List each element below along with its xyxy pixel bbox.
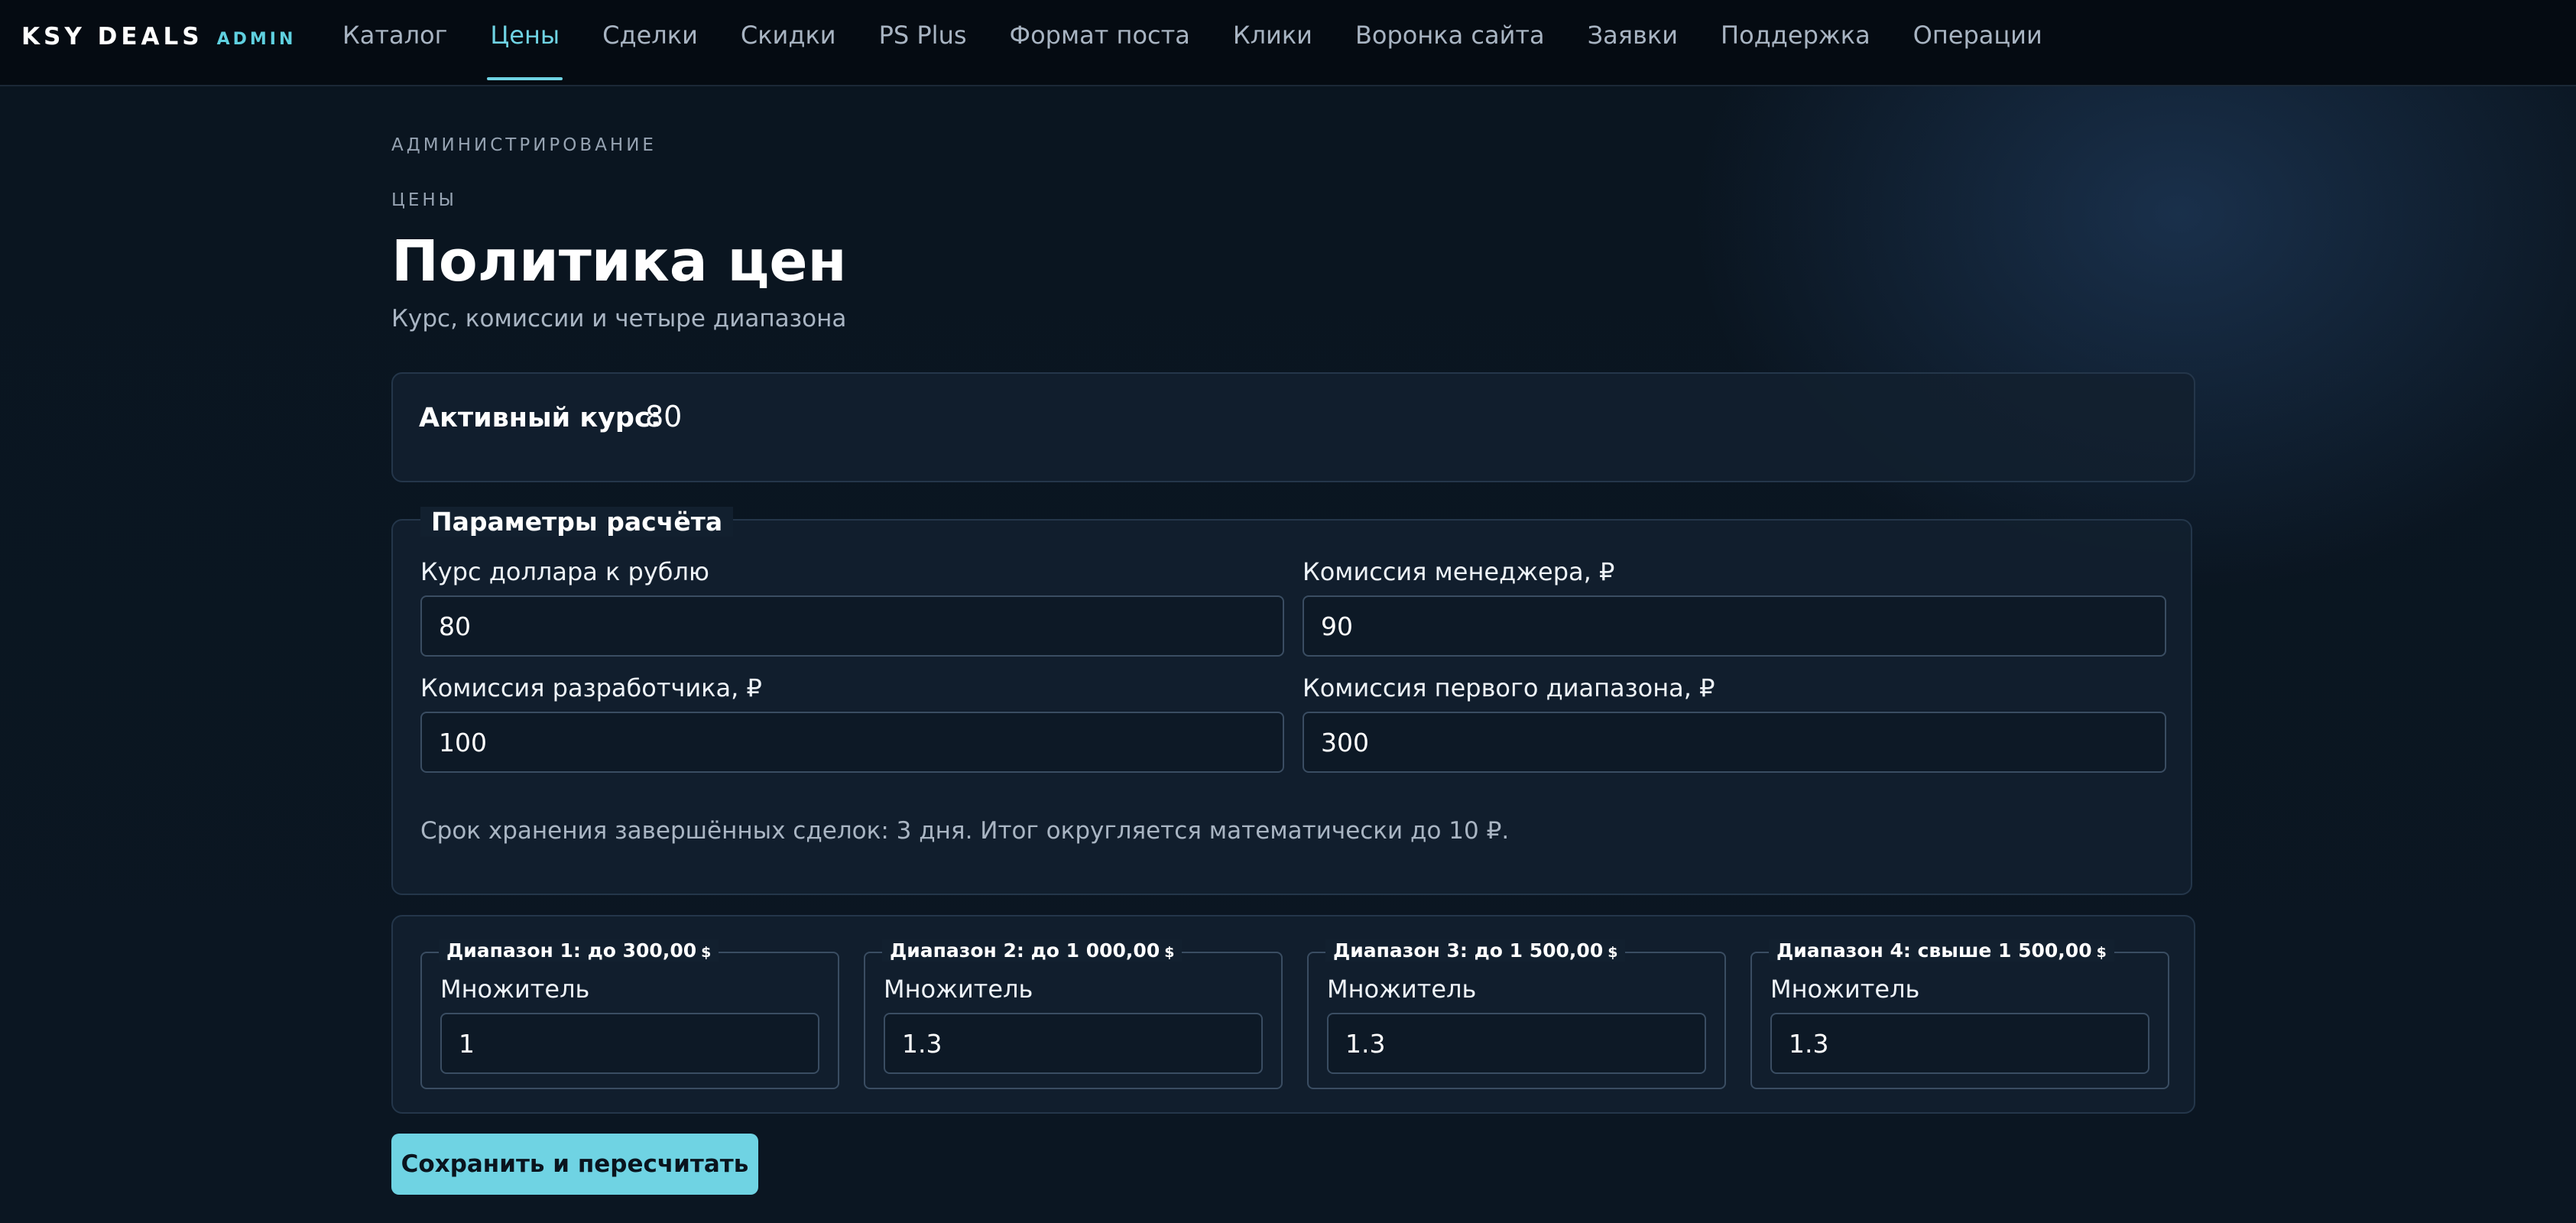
- main-nav: Каталог Цены Сделки Скидки PS Plus Форма…: [321, 0, 2064, 86]
- page-title: Политика цен: [391, 229, 847, 294]
- nav-item-ps-plus[interactable]: PS Plus: [858, 0, 988, 86]
- active-rate-value: 80: [645, 400, 683, 433]
- range-2-legend: Диапазон 2: до 1 000,00 $: [882, 939, 1183, 962]
- nav-item-operations[interactable]: Операции: [1892, 0, 2064, 86]
- first-range-fee-input[interactable]: [1303, 712, 2166, 773]
- brand-name: KSY DEALS: [21, 23, 203, 50]
- range-3-multiplier-input[interactable]: [1327, 1013, 1706, 1074]
- page-subtitle: Курс, комиссии и четыре диапазона: [391, 305, 847, 333]
- first-range-fee-label: Комиссия первого диапазона, ₽: [1303, 673, 1715, 702]
- developer-fee-label: Комиссия разработчика, ₽: [420, 673, 762, 702]
- range-2-multiplier-label: Множитель: [884, 975, 1033, 1004]
- save-and-recalculate-button[interactable]: Сохранить и пересчитать: [391, 1134, 758, 1195]
- nav-item-prices[interactable]: Цены: [469, 0, 581, 86]
- range-4-legend: Диапазон 4: свыше 1 500,00 $: [1769, 939, 2114, 962]
- usd-rate-input[interactable]: [420, 595, 1284, 657]
- nav-item-requests[interactable]: Заявки: [1566, 0, 1699, 86]
- manager-fee-label: Комиссия менеджера, ₽: [1303, 557, 1615, 586]
- ranges-panel: Диапазон 1: до 300,00$ Множитель Диапазо…: [391, 915, 2195, 1114]
- calc-note: Срок хранения завершённых сделок: 3 дня.…: [420, 817, 1510, 845]
- active-rate-panel: Активный курс: 80: [391, 372, 2195, 482]
- developer-fee-input[interactable]: [420, 712, 1284, 773]
- breadcrumb-subsection: ЦЕНЫ: [391, 190, 457, 210]
- nav-item-discounts[interactable]: Скидки: [719, 0, 858, 86]
- calc-params-legend: Параметры расчёта: [420, 507, 734, 537]
- range-1-group: Диапазон 1: до 300,00 $ Множитель: [420, 939, 839, 1089]
- range-4-group: Диапазон 4: свыше 1 500,00 $ Множитель: [1750, 939, 2169, 1089]
- range-1-legend: Диапазон 1: до 300,00 $: [439, 939, 719, 962]
- manager-fee-input[interactable]: [1303, 595, 2166, 657]
- brand-logo[interactable]: KSY DEALS ADMIN: [21, 23, 296, 50]
- nav-item-deals[interactable]: Сделки: [581, 0, 719, 86]
- active-rate-label: Активный курс:: [419, 403, 661, 433]
- nav-item-support[interactable]: Поддержка: [1699, 0, 1892, 86]
- range-2-multiplier-input[interactable]: [884, 1013, 1263, 1074]
- nav-item-catalog[interactable]: Каталог: [321, 0, 469, 86]
- range-4-multiplier-input[interactable]: [1770, 1013, 2149, 1074]
- nav-item-clicks[interactable]: Клики: [1212, 0, 1334, 86]
- range-4-multiplier-label: Множитель: [1770, 975, 1920, 1004]
- range-3-multiplier-label: Множитель: [1327, 975, 1477, 1004]
- range-3-group: Диапазон 3: до 1 500,00 $ Множитель: [1307, 939, 1726, 1089]
- nav-item-post-format[interactable]: Формат поста: [988, 0, 1212, 86]
- range-3-legend: Диапазон 3: до 1 500,00 $: [1325, 939, 1626, 962]
- top-navigation-bar: KSY DEALS ADMIN Каталог Цены Сделки Скид…: [0, 0, 2576, 86]
- nav-item-site-funnel[interactable]: Воронка сайта: [1334, 0, 1566, 86]
- usd-rate-label: Курс доллара к рублю: [420, 557, 709, 586]
- range-2-group: Диапазон 2: до 1 000,00 $ Множитель: [864, 939, 1283, 1089]
- calc-params-panel: Параметры расчёта Курс доллара к рублю К…: [391, 507, 2192, 895]
- range-1-multiplier-input[interactable]: [440, 1013, 819, 1074]
- range-1-multiplier-label: Множитель: [440, 975, 590, 1004]
- breadcrumb-section: АДМИНИСТРИРОВАНИЕ: [391, 135, 657, 155]
- brand-admin-tag: ADMIN: [216, 30, 297, 49]
